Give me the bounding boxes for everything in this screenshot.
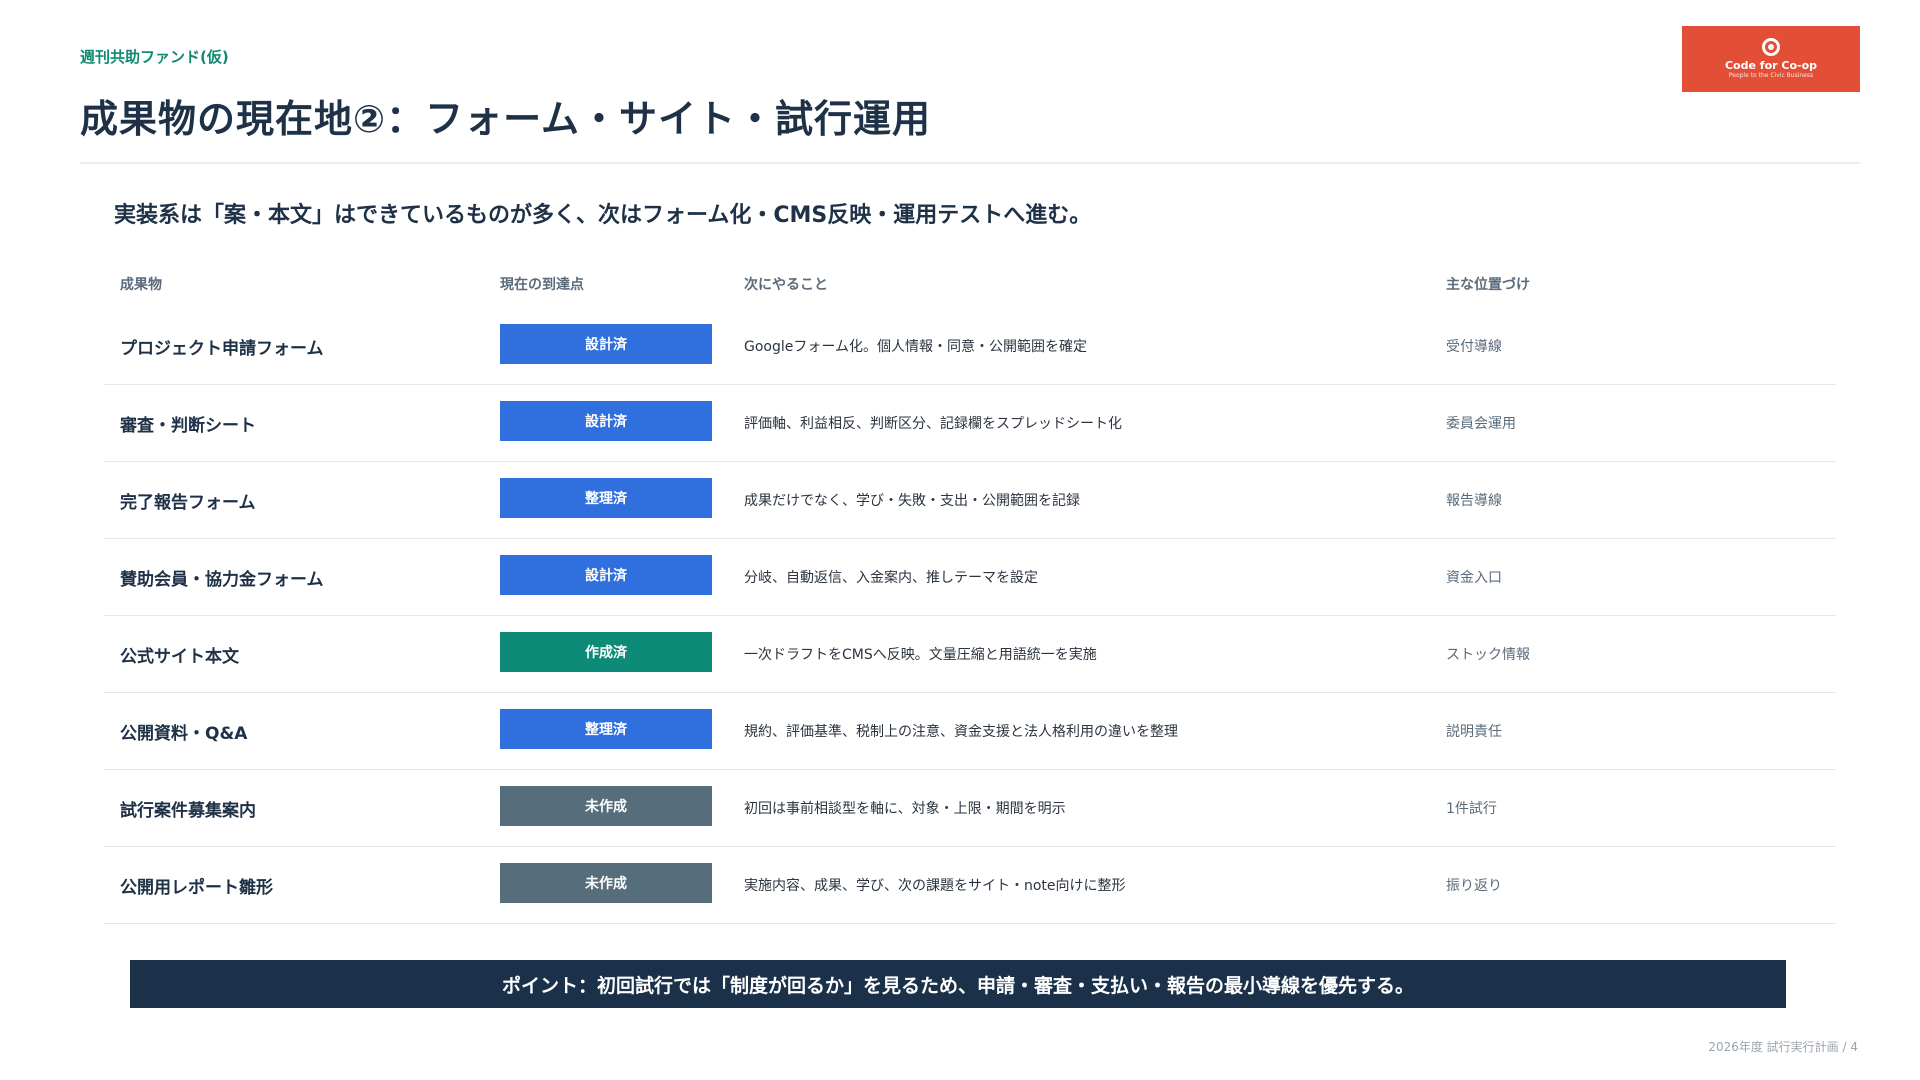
table-header: 成果物 現在の到達点 次にやること 主な位置づけ	[104, 258, 1836, 308]
logo-name: Code for Co-op	[1724, 59, 1818, 72]
table-row: 公開用レポート雛形 未作成 実施内容、成果、学び、次の課題をサイト・note向け…	[104, 847, 1836, 924]
next-step: Googleフォーム化。個人情報・同意・公開範囲を確定	[744, 339, 1087, 355]
position: 受付導線	[1446, 339, 1502, 355]
logo-tagline: People to the Civic Business	[1728, 72, 1814, 79]
co-op-mark-icon	[1762, 38, 1780, 56]
next-step: 評価軸、利益相反、判断区分、記録欄をスプレッドシート化	[744, 416, 1122, 432]
deliverable-name: 試行案件募集案内	[120, 801, 256, 821]
logo: Code for Co-op People to the Civic Busin…	[1682, 26, 1860, 92]
deliverables-table: 成果物 現在の到達点 次にやること 主な位置づけ プロジェクト申請フォーム 設計…	[104, 258, 1836, 924]
status-badge: 設計済	[500, 401, 712, 441]
deliverable-name: 審査・判断シート	[120, 416, 256, 436]
position: 1件試行	[1446, 801, 1497, 817]
next-step: 実施内容、成果、学び、次の課題をサイト・note向けに整形	[744, 878, 1126, 894]
table-row: 試行案件募集案内 未作成 初回は事前相談型を軸に、対象・上限・期間を明示 1件試…	[104, 770, 1836, 847]
status-badge: 未作成	[500, 786, 712, 826]
status-badge: 整理済	[500, 709, 712, 749]
status-badge: 未作成	[500, 863, 712, 903]
position: 説明責任	[1446, 724, 1502, 740]
page-title: 成果物の現在地②：フォーム・サイト・試行運用	[80, 97, 932, 141]
lead-text: 実装系は「案・本文」はできているものが多く、次はフォーム化・CMS反映・運用テス…	[114, 203, 1092, 228]
header-next-step: 次にやること	[744, 277, 828, 293]
deliverable-name: 公開用レポート雛形	[120, 878, 273, 898]
table-row: プロジェクト申請フォーム 設計済 Googleフォーム化。個人情報・同意・公開範…	[104, 308, 1836, 385]
status-badge: 設計済	[500, 555, 712, 595]
deliverable-name: 賛助会員・協力金フォーム	[120, 570, 324, 590]
kicker: 週刊共助ファンド(仮)	[80, 48, 229, 66]
status-badge: 設計済	[500, 324, 712, 364]
point-banner: ポイント：初回試行では「制度が回るか」を見るため、申請・審査・支払い・報告の最小…	[130, 960, 1786, 1008]
table-row: 審査・判断シート 設計済 評価軸、利益相反、判断区分、記録欄をスプレッドシート化…	[104, 385, 1836, 462]
table-row: 公式サイト本文 作成済 一次ドラフトをCMSへ反映。文量圧縮と用語統一を実施 ス…	[104, 616, 1836, 693]
position: 振り返り	[1446, 878, 1502, 894]
position: 報告導線	[1446, 493, 1502, 509]
deliverable-name: 公式サイト本文	[120, 647, 239, 667]
status-badge: 作成済	[500, 632, 712, 672]
next-step: 初回は事前相談型を軸に、対象・上限・期間を明示	[744, 801, 1066, 817]
next-step: 成果だけでなく、学び・失敗・支出・公開範囲を記録	[744, 493, 1080, 509]
position: 委員会運用	[1446, 416, 1516, 432]
next-step: 分岐、自動返信、入金案内、推しテーマを設定	[744, 570, 1038, 586]
table-row: 賛助会員・協力金フォーム 設計済 分岐、自動返信、入金案内、推しテーマを設定 資…	[104, 539, 1836, 616]
deliverable-name: 完了報告フォーム	[120, 493, 256, 513]
header-status: 現在の到達点	[500, 277, 584, 293]
position: ストック情報	[1446, 647, 1530, 663]
deliverable-name: プロジェクト申請フォーム	[120, 339, 324, 359]
header-position: 主な位置づけ	[1446, 277, 1530, 293]
deliverable-name: 公開資料・Q&A	[120, 724, 248, 744]
table-row: 公開資料・Q&A 整理済 規約、評価基準、税制上の注意、資金支援と法人格利用の違…	[104, 693, 1836, 770]
page-footer: 2026年度 試行実行計画 / 4	[1708, 1040, 1858, 1054]
table-row: 完了報告フォーム 整理済 成果だけでなく、学び・失敗・支出・公開範囲を記録 報告…	[104, 462, 1836, 539]
next-step: 規約、評価基準、税制上の注意、資金支援と法人格利用の違いを整理	[744, 724, 1178, 740]
position: 資金入口	[1446, 570, 1502, 586]
next-step: 一次ドラフトをCMSへ反映。文量圧縮と用語統一を実施	[744, 647, 1097, 663]
title-divider	[80, 162, 1860, 164]
status-badge: 整理済	[500, 478, 712, 518]
header-deliverable: 成果物	[120, 277, 162, 293]
